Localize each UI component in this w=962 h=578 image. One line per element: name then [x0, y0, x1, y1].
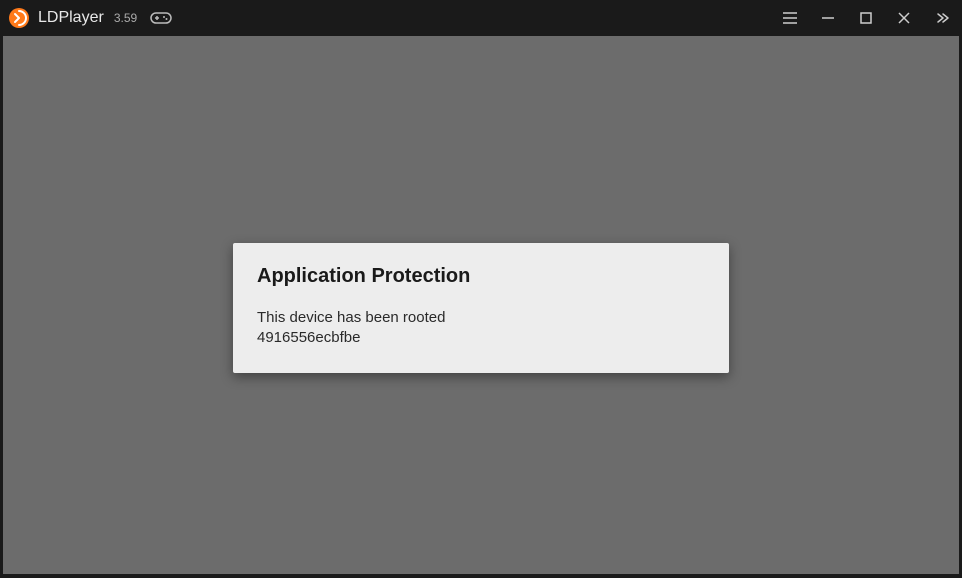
dialog-title: Application Protection — [257, 265, 705, 288]
titlebar: LDPlayer 3.59 — [0, 0, 962, 36]
titlebar-left: LDPlayer 3.59 — [8, 7, 173, 29]
minimize-icon[interactable] — [816, 6, 840, 30]
maximize-icon[interactable] — [854, 6, 878, 30]
close-icon[interactable] — [892, 6, 916, 30]
menu-icon[interactable] — [778, 6, 802, 30]
dialog-message-line: 4916556ecbfbe — [257, 328, 705, 348]
dialog-message: This device has been rooted 4916556ecbfb… — [257, 308, 705, 349]
app-title: LDPlayer — [38, 9, 104, 27]
app-version: 3.59 — [114, 11, 137, 25]
alert-dialog: Application Protection This device has b… — [233, 243, 729, 373]
controller-icon[interactable] — [149, 10, 173, 26]
app-logo-icon — [8, 7, 30, 29]
titlebar-right — [778, 6, 954, 30]
expand-icon[interactable] — [930, 6, 954, 30]
emulator-screen[interactable]: Application Protection This device has b… — [3, 36, 959, 574]
dialog-message-line: This device has been rooted — [257, 308, 705, 328]
